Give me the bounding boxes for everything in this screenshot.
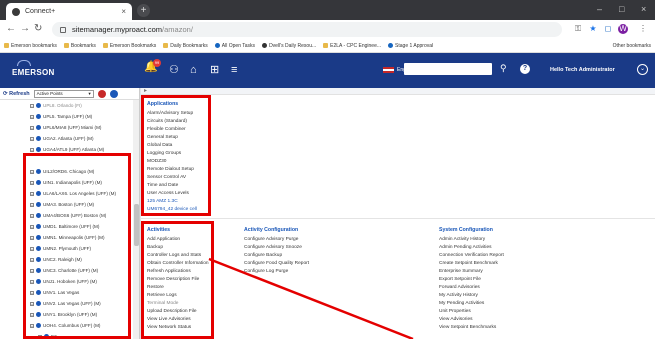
annotation-line xyxy=(208,257,414,339)
annotation-arrow-line xyxy=(208,257,414,339)
